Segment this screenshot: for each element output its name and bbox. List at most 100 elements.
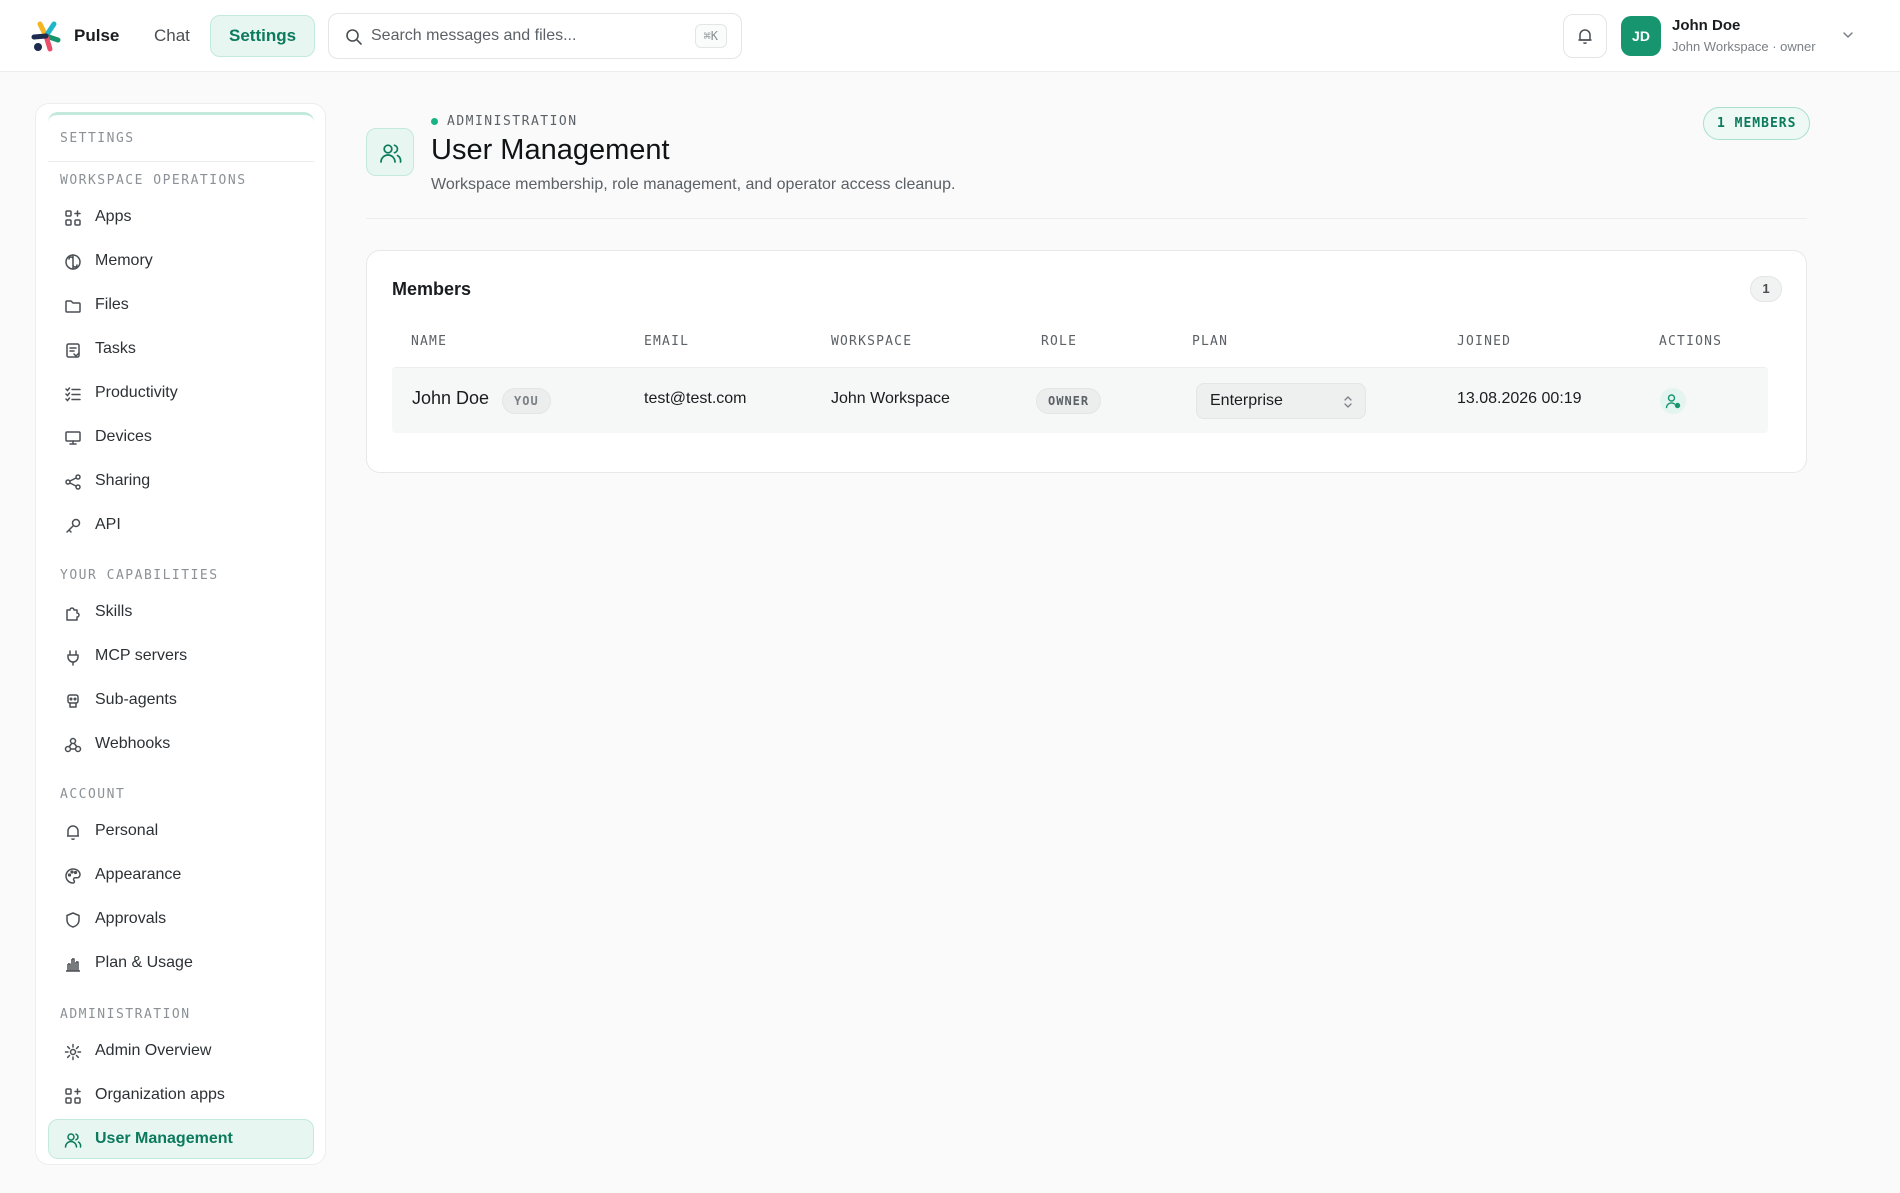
bar-chart-icon bbox=[66, 958, 80, 972]
manage-user-button[interactable] bbox=[1660, 388, 1686, 414]
tab-settings[interactable]: Settings bbox=[210, 15, 316, 57]
search-input[interactable] bbox=[371, 22, 671, 50]
sidebar-item-organization-apps[interactable]: Organization apps bbox=[48, 1075, 314, 1115]
plan-select[interactable]: Enterprise bbox=[1196, 383, 1366, 419]
list-checks-icon bbox=[65, 387, 81, 402]
sidebar-item-files[interactable]: Files bbox=[48, 285, 314, 325]
member-count-badge: 1 MEMBERS bbox=[1703, 107, 1811, 140]
sidebar-item-label: Sub-agents bbox=[95, 691, 177, 708]
bot-icon bbox=[67, 694, 79, 708]
members-count-badge: 1 bbox=[1750, 276, 1782, 302]
sidebar-item-plan-usage[interactable]: Plan & Usage bbox=[48, 943, 314, 983]
table-row: John Doe YOU test@test.com John Workspac… bbox=[392, 367, 1768, 433]
search-box[interactable]: ⌘K bbox=[328, 13, 742, 59]
you-badge: YOU bbox=[502, 388, 551, 414]
search-shortcut: ⌘K bbox=[694, 24, 727, 48]
sidebar-item-label: Webhooks bbox=[95, 735, 171, 752]
sidebar-item-apps[interactable]: Apps bbox=[48, 197, 314, 237]
user-cog-icon bbox=[1665, 394, 1681, 409]
sidebar-item-devices[interactable]: Devices bbox=[48, 417, 314, 457]
bell-icon bbox=[67, 825, 79, 841]
plug-icon bbox=[67, 650, 79, 666]
sidebar-item-admin-overview[interactable]: Admin Overview bbox=[48, 1031, 314, 1071]
settings-sidebar: SETTINGS WORKSPACE OPERATIONS Apps Memor… bbox=[35, 103, 326, 1165]
page-eyebrow: ADMINISTRATION bbox=[431, 114, 578, 129]
bell-icon bbox=[1578, 29, 1592, 45]
sidebar-item-label: API bbox=[95, 516, 121, 533]
sidebar-divider bbox=[48, 161, 314, 162]
key-icon bbox=[66, 518, 81, 533]
app-logo[interactable]: Pulse bbox=[28, 18, 119, 54]
plan-select-value: Enterprise bbox=[1210, 392, 1283, 409]
page-icon bbox=[366, 128, 414, 176]
page-title: User Management bbox=[431, 134, 670, 166]
sidebar-item-label: User Management bbox=[95, 1130, 233, 1147]
share-icon bbox=[65, 474, 81, 490]
sidebar-title: SETTINGS bbox=[60, 131, 135, 146]
webhook-icon bbox=[64, 737, 82, 753]
user-name[interactable]: John Doe bbox=[1672, 17, 1740, 34]
chevron-down-icon[interactable] bbox=[1842, 29, 1854, 41]
column-header-email: EMAIL bbox=[644, 334, 690, 349]
sidebar-item-skills[interactable]: Skills bbox=[48, 592, 314, 632]
user-avatar[interactable]: JD bbox=[1621, 16, 1661, 56]
sidebar-item-label: Devices bbox=[95, 428, 152, 445]
member-email: test@test.com bbox=[644, 390, 747, 407]
top-bar: Pulse Chat Settings ⌘K JD John Doe John … bbox=[0, 0, 1900, 72]
folder-icon bbox=[65, 300, 81, 313]
palette-icon bbox=[65, 868, 81, 884]
member-joined: 13.08.2026 00:19 bbox=[1457, 390, 1582, 407]
sidebar-item-label: Approvals bbox=[95, 910, 167, 927]
sidebar-item-webhooks[interactable]: Webhooks bbox=[48, 724, 314, 764]
section-heading-administration: ADMINISTRATION bbox=[60, 1007, 191, 1022]
sidebar-accent bbox=[48, 112, 314, 122]
shield-icon bbox=[66, 912, 80, 928]
tab-chat[interactable]: Chat bbox=[135, 15, 209, 57]
member-name: John Doe bbox=[412, 388, 490, 408]
sidebar-item-appearance[interactable]: Appearance bbox=[48, 855, 314, 895]
sidebar-item-label: Admin Overview bbox=[95, 1042, 212, 1059]
page-subtitle: Workspace membership, role management, a… bbox=[431, 176, 956, 193]
column-header-role: ROLE bbox=[1041, 334, 1078, 349]
sidebar-item-label: Plan & Usage bbox=[95, 954, 193, 971]
app-name: Pulse bbox=[74, 26, 120, 45]
users-icon bbox=[380, 144, 402, 163]
users-icon bbox=[64, 1133, 82, 1148]
sidebar-item-label: Apps bbox=[95, 208, 132, 225]
sidebar-item-api[interactable]: API bbox=[48, 505, 314, 545]
grid-plus-icon bbox=[65, 1088, 81, 1104]
role-badge: OWNER bbox=[1036, 388, 1102, 414]
chevron-up-down-icon bbox=[1344, 396, 1352, 408]
notifications-button[interactable] bbox=[1563, 14, 1607, 58]
column-header-actions: ACTIONS bbox=[1659, 334, 1723, 349]
sidebar-item-sharing[interactable]: Sharing bbox=[48, 461, 314, 501]
sidebar-item-user-management[interactable]: User Management bbox=[48, 1119, 314, 1159]
gear-icon bbox=[64, 1043, 82, 1061]
sidebar-item-memory[interactable]: Memory bbox=[48, 241, 314, 281]
sidebar-item-label: Skills bbox=[95, 603, 133, 620]
clipboard-icon bbox=[66, 343, 80, 358]
sidebar-item-label: Tasks bbox=[95, 340, 136, 357]
header-divider bbox=[366, 218, 1807, 219]
monitor-icon bbox=[65, 431, 81, 445]
members-card: Members 1 NAME EMAIL WORKSPACE ROLE PLAN… bbox=[366, 250, 1807, 473]
sidebar-item-label: Appearance bbox=[95, 866, 182, 883]
sidebar-item-label: Files bbox=[95, 296, 129, 313]
brain-icon bbox=[65, 254, 81, 270]
column-header-workspace: WORKSPACE bbox=[831, 334, 913, 349]
sidebar-item-sub-agents[interactable]: Sub-agents bbox=[48, 680, 314, 720]
search-icon bbox=[346, 29, 362, 45]
sidebar-item-label: Organization apps bbox=[95, 1086, 225, 1103]
status-dot bbox=[431, 118, 438, 125]
sidebar-item-productivity[interactable]: Productivity bbox=[48, 373, 314, 413]
sidebar-item-label: Personal bbox=[95, 822, 159, 839]
section-heading-workspace-operations: WORKSPACE OPERATIONS bbox=[60, 173, 247, 188]
pulse-logo-icon bbox=[31, 21, 61, 52]
sidebar-item-mcp-servers[interactable]: MCP servers bbox=[48, 636, 314, 676]
sidebar-item-personal[interactable]: Personal bbox=[48, 811, 314, 851]
sidebar-item-approvals[interactable]: Approvals bbox=[48, 899, 314, 939]
column-header-name: NAME bbox=[411, 334, 448, 349]
user-workspace-role: John Workspace · owner bbox=[1672, 39, 1816, 54]
sidebar-item-tasks[interactable]: Tasks bbox=[48, 329, 314, 369]
sidebar-item-label: Sharing bbox=[95, 472, 151, 489]
